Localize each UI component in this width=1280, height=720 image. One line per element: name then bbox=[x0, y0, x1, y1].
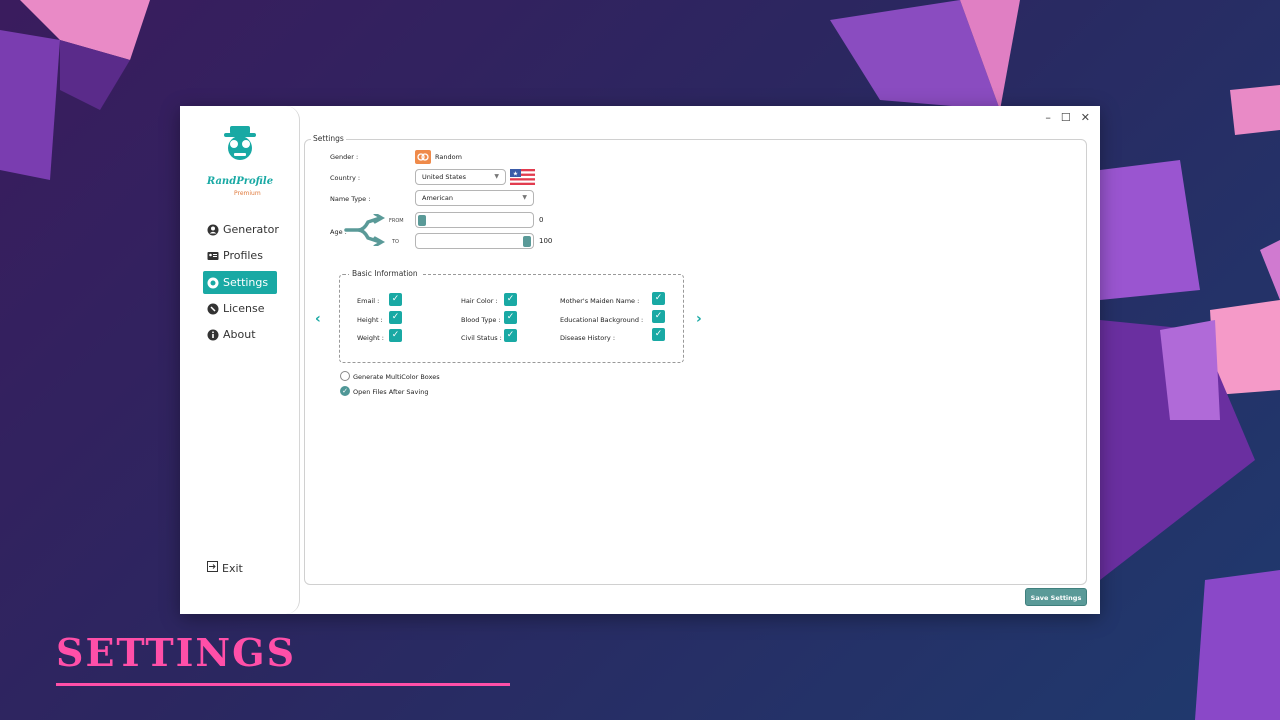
mothers-maiden-name-label: Mother's Maiden Name : bbox=[560, 297, 640, 305]
spy-logo-icon bbox=[224, 126, 256, 160]
page-caption: SETTINGS bbox=[56, 630, 297, 675]
blood-type-checkbox[interactable]: ✓ bbox=[504, 311, 517, 324]
sidebar-item-license[interactable]: License bbox=[203, 297, 277, 320]
height-label: Height : bbox=[357, 316, 383, 324]
user-icon bbox=[207, 224, 219, 236]
exit-label: Exit bbox=[222, 561, 243, 575]
multicolor-label: Generate MultiColor Boxes bbox=[353, 373, 440, 381]
exit-icon bbox=[207, 561, 218, 575]
us-flag-icon: ★ bbox=[510, 169, 535, 189]
civil-status-checkbox[interactable]: ✓ bbox=[504, 329, 517, 342]
email-label: Email : bbox=[357, 297, 380, 305]
civil-status-label: Civil Status : bbox=[461, 334, 502, 342]
chevron-down-icon: ▼ bbox=[494, 173, 499, 180]
disease-history-label: Disease History : bbox=[560, 334, 616, 342]
slider-thumb[interactable] bbox=[418, 215, 426, 226]
age-from-label: FROM bbox=[389, 218, 404, 224]
multicolor-radio[interactable] bbox=[340, 371, 350, 381]
sidebar: RandProfile Premium Generator Profiles S… bbox=[180, 106, 300, 614]
sidebar-item-profiles[interactable]: Profiles bbox=[203, 244, 277, 267]
gear-icon bbox=[207, 277, 219, 289]
logo-text: RandProfile bbox=[206, 176, 274, 187]
gender-value: Random bbox=[435, 153, 462, 161]
age-from-value: 0 bbox=[539, 216, 544, 224]
country-select[interactable]: United States ▼ bbox=[415, 169, 506, 185]
logo-subtitle: Premium bbox=[234, 190, 261, 197]
sidebar-item-label: Profiles bbox=[223, 249, 263, 262]
close-button[interactable]: ✕ bbox=[1081, 111, 1090, 124]
age-to-value: 100 bbox=[539, 237, 553, 245]
country-select-value: United States bbox=[422, 173, 467, 181]
disease-history-checkbox[interactable]: ✓ bbox=[652, 328, 665, 341]
country-label: Country : bbox=[330, 174, 361, 182]
chevron-down-icon: ▼ bbox=[522, 194, 527, 201]
name-type-label: Name Type : bbox=[330, 195, 371, 203]
save-settings-button[interactable]: Save Settings bbox=[1025, 588, 1087, 606]
open-files-radio[interactable]: ✓ bbox=[340, 386, 350, 396]
sidebar-item-label: License bbox=[223, 302, 265, 315]
minimize-button[interactable]: – bbox=[1045, 111, 1051, 124]
age-to-slider[interactable] bbox=[415, 233, 534, 249]
sidebar-item-about[interactable]: About bbox=[203, 323, 277, 346]
settings-group-title: Settings bbox=[311, 134, 346, 143]
chevron-left-icon[interactable]: ‹ bbox=[315, 311, 321, 327]
educational-background-label: Educational Background : bbox=[560, 316, 644, 324]
window-controls: – ☐ ✕ bbox=[1045, 111, 1090, 124]
hair-color-label: Hair Color : bbox=[461, 297, 498, 305]
sidebar-item-label: Settings bbox=[223, 276, 269, 289]
age-to-label: TO bbox=[392, 239, 399, 245]
gender-label: Gender : bbox=[330, 153, 359, 161]
exit-button[interactable]: Exit bbox=[207, 561, 243, 575]
name-type-select[interactable]: American ▼ bbox=[415, 190, 534, 206]
id-card-icon bbox=[207, 250, 219, 262]
blood-type-label: Blood Type : bbox=[461, 316, 501, 324]
weight-label: Weight : bbox=[357, 334, 384, 342]
sidebar-item-label: Generator bbox=[223, 223, 279, 236]
license-icon bbox=[207, 303, 219, 315]
gender-random-icon[interactable] bbox=[415, 149, 431, 168]
split-arrow-icon bbox=[344, 212, 386, 250]
weight-checkbox[interactable]: ✓ bbox=[389, 329, 402, 342]
age-from-slider[interactable] bbox=[415, 212, 534, 228]
hair-color-checkbox[interactable]: ✓ bbox=[504, 293, 517, 306]
mothers-maiden-name-checkbox[interactable]: ✓ bbox=[652, 292, 665, 305]
height-checkbox[interactable]: ✓ bbox=[389, 311, 402, 324]
educational-background-checkbox[interactable]: ✓ bbox=[652, 310, 665, 323]
app-window: RandProfile Premium Generator Profiles S… bbox=[180, 106, 1100, 614]
sidebar-item-generator[interactable]: Generator bbox=[203, 218, 279, 241]
svg-text:★: ★ bbox=[513, 171, 518, 178]
name-type-select-value: American bbox=[422, 194, 453, 202]
chevron-right-icon[interactable]: › bbox=[696, 311, 702, 327]
slider-thumb[interactable] bbox=[523, 236, 531, 247]
info-icon bbox=[207, 329, 219, 341]
sidebar-item-label: About bbox=[223, 328, 256, 341]
basic-information-title: Basic Information bbox=[349, 269, 421, 278]
open-files-label: Open Files After Saving bbox=[353, 388, 429, 396]
sidebar-item-settings[interactable]: Settings bbox=[203, 271, 277, 294]
logo: RandProfile Premium bbox=[202, 122, 278, 197]
email-checkbox[interactable]: ✓ bbox=[389, 293, 402, 306]
caption-underline bbox=[56, 683, 510, 686]
maximize-button[interactable]: ☐ bbox=[1061, 111, 1071, 124]
